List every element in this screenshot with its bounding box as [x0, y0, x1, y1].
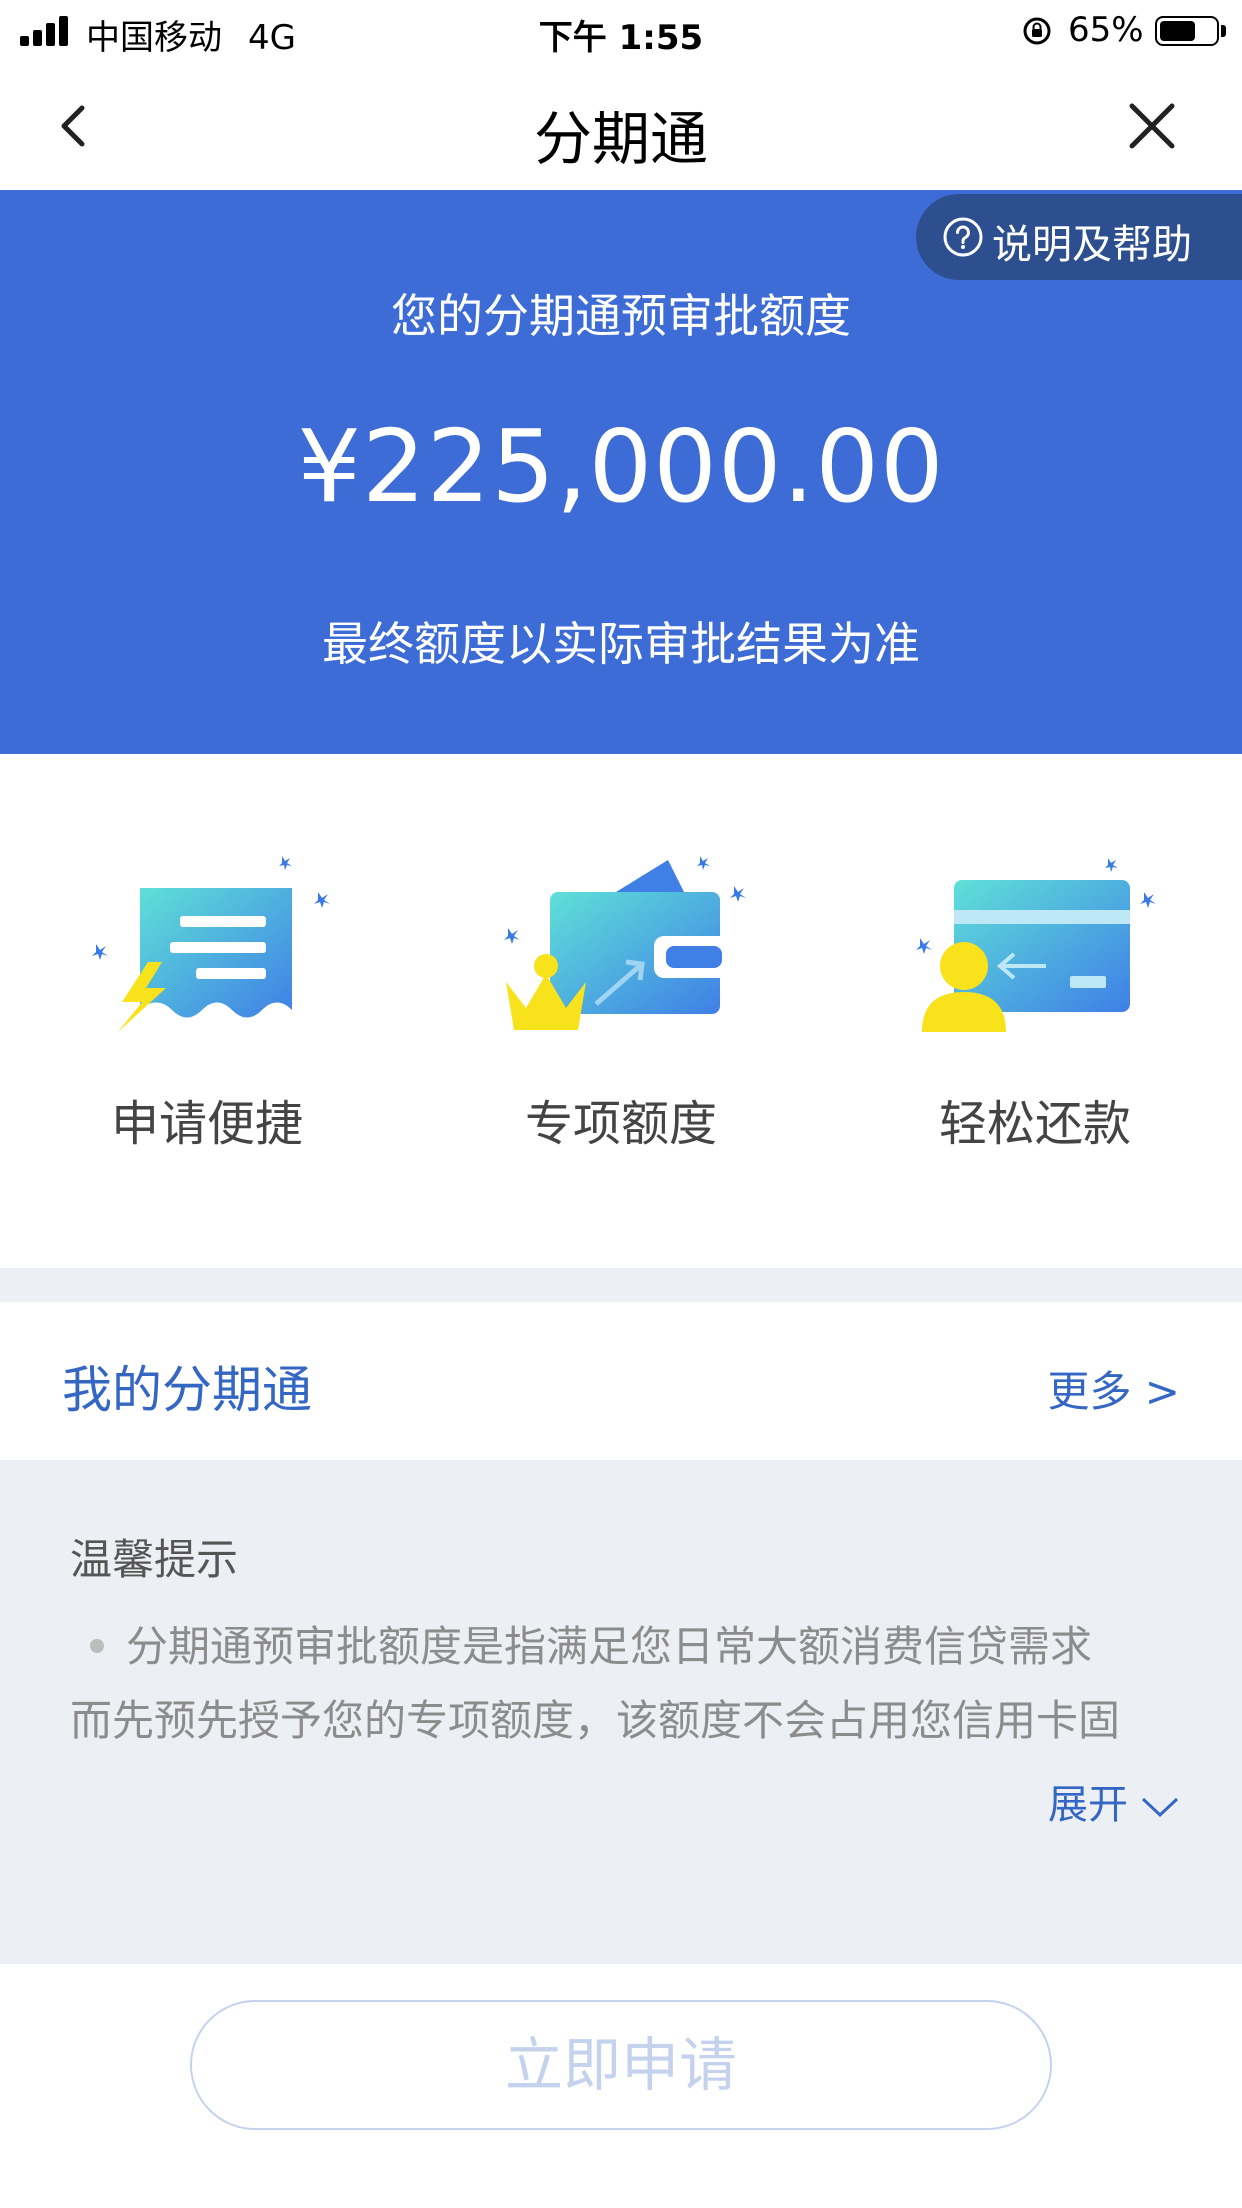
feature-label: 申请便捷: [110, 1096, 303, 1152]
section-divider: [0, 1268, 1242, 1302]
credit-note: 最终额度以实际审批结果为准: [322, 617, 920, 671]
expand-button[interactable]: 展开: [1048, 1772, 1180, 1830]
feature-label: 轻松还款: [938, 1096, 1131, 1152]
credit-hero-card: 说明及帮助 您的分期通预审批额度 ¥225,000.00 最终额度以实际审批结果…: [0, 190, 1242, 754]
chevron-down-icon: [1141, 1797, 1179, 1818]
expand-label: 展开: [1048, 1782, 1128, 1828]
question-icon: [943, 217, 983, 257]
section-title: 我的分期通: [62, 1361, 312, 1419]
apply-now-button[interactable]: 立即申请: [190, 2000, 1052, 2130]
tips-line-1: 分期通预审批额度是指满足您日常大额消费信贷需求: [70, 1610, 1180, 1684]
battery-nub: [1221, 25, 1226, 37]
quick-apply-icon: [92, 856, 330, 1032]
help-label: 说明及帮助: [992, 222, 1192, 268]
close-icon[interactable]: [1124, 98, 1180, 154]
status-bar: 中国移动 4G 下午 1:55 65%: [0, 0, 1242, 62]
bullet-icon: [90, 1638, 104, 1653]
card-repay-icon: [916, 858, 1156, 1032]
feature-label: 专项额度: [524, 1096, 717, 1152]
status-time: 下午 1:55: [538, 18, 704, 58]
feature-easy-repay: 轻松还款: [828, 754, 1242, 1268]
wallet-crown-icon: [504, 856, 746, 1030]
page-title: 分期通: [533, 105, 708, 173]
tips-body: 分期通预审批额度是指满足您日常大额消费信贷需求 而先预先授予您的专项额度，该额度…: [70, 1610, 1180, 1758]
battery-percent: 65%: [1068, 10, 1144, 50]
help-button[interactable]: 说明及帮助: [916, 194, 1242, 280]
credit-amount: ¥225,000.00: [297, 408, 945, 525]
feature-quick-apply: 申请便捷: [0, 754, 414, 1268]
rotation-lock-icon: [1023, 17, 1051, 45]
feature-row: 申请便捷 专项额度 轻松还款: [0, 754, 1242, 1268]
bottom-action-area: 立即申请: [0, 1964, 1242, 2208]
feature-special-limit: 专项额度: [414, 754, 828, 1268]
battery-level: [1160, 21, 1195, 41]
tips-title: 温馨提示: [70, 1535, 239, 1584]
tips-panel: 温馨提示 分期通预审批额度是指满足您日常大额消费信贷需求 而先预先授予您的专项额…: [0, 1460, 1242, 1964]
battery-icon: [1155, 16, 1219, 46]
credit-title: 您的分期通预审批额度: [391, 289, 851, 343]
my-installment-section: 我的分期通 更多 >: [0, 1302, 1242, 1461]
nav-bar: 分期通: [0, 62, 1242, 190]
tips-text: 分期通预审批额度是指满足您日常大额消费信贷需求: [126, 1622, 1093, 1671]
more-link[interactable]: 更多 >: [1047, 1358, 1180, 1419]
tips-line-2: 而先预先授予您的专项额度，该额度不会占用您信用卡固: [70, 1696, 1121, 1745]
